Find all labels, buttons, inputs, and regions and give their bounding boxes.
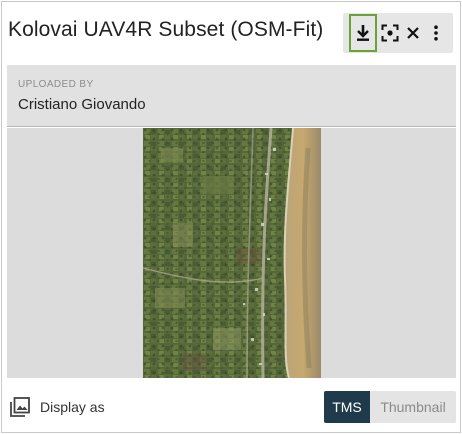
- image-preview-area: [7, 128, 456, 378]
- download-icon: [357, 25, 369, 41]
- image-details-panel: Kolovai UAV4R Subset (OSM-Fit) UPLOADED …: [1, 1, 461, 433]
- aerial-image-thumbnail: [143, 128, 321, 378]
- panel-footer: Display as TMS Thumbnail: [2, 382, 460, 432]
- uploader-name: Cristiano Giovando: [18, 96, 146, 113]
- image-gallery-icon: [9, 396, 31, 418]
- download-button[interactable]: [349, 14, 377, 52]
- more-options-button[interactable]: [423, 17, 449, 49]
- display-thumbnail-button[interactable]: Thumbnail: [370, 391, 456, 423]
- panel-title: Kolovai UAV4R Subset (OSM-Fit): [8, 18, 324, 41]
- close-icon: [407, 27, 419, 39]
- display-tms-button[interactable]: TMS: [324, 391, 370, 423]
- uploader-section: UPLOADED BY Cristiano Giovando: [7, 65, 456, 127]
- uploaded-by-label: UPLOADED BY: [18, 79, 94, 90]
- panel-toolbar: [343, 13, 453, 53]
- panel-header: Kolovai UAV4R Subset (OSM-Fit): [2, 2, 460, 62]
- display-mode-toggle: TMS Thumbnail: [324, 391, 456, 423]
- zoom-to-icon: [381, 24, 399, 42]
- display-as-label: Display as: [40, 399, 105, 415]
- more-vertical-icon: [434, 25, 438, 41]
